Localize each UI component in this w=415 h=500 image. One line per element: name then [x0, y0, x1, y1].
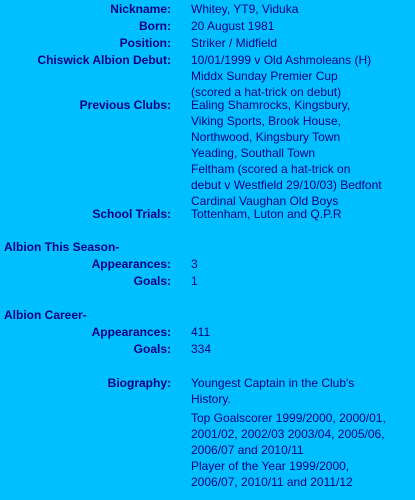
- debut-line: Middx Sunday Premier Cup: [191, 69, 338, 83]
- born-label: Born:: [139, 19, 171, 33]
- previous-clubs-value: Ealing Shamrocks, Kingsbury, Viking Spor…: [191, 97, 411, 209]
- season-appearances-value: 3: [191, 257, 198, 271]
- biography-line: 2001/02, 2002/03 2003/04, 2005/06,: [191, 427, 385, 441]
- previous-clubs-line: debut v Westfield 29/10/03) Bedfont: [191, 178, 382, 192]
- biography-line: 2006/07, 2010/11 and 2011/12: [191, 475, 353, 489]
- biography-line: Player of the Year 1999/2000,: [191, 459, 350, 473]
- school-trials-value: Tottenham, Luton and Q.P.R: [191, 207, 342, 221]
- biography-label: Biography:: [107, 376, 171, 390]
- biography-value: Youngest Captain in the Club's History. …: [191, 375, 411, 490]
- previous-clubs-line: Viking Sports, Brook House,: [191, 114, 341, 128]
- biography-line: Top Goalscorer 1999/2000, 2000/01,: [191, 411, 386, 425]
- career-goals-label: Goals:: [133, 342, 171, 356]
- nickname-value: Whitey, YT9, Viduka: [191, 2, 299, 16]
- previous-clubs-line: Yeading, Southall Town: [191, 146, 316, 160]
- biography-line: 2006/07 and 2010/11: [191, 443, 304, 457]
- debut-line: 10/01/1999 v Old Ashmoleans (H): [191, 53, 372, 67]
- nickname-label: Nickname:: [110, 2, 171, 16]
- debut-label: Chiswick Albion Debut:: [37, 53, 171, 67]
- previous-clubs-line: Feltham (scored a hat-trick on: [191, 162, 351, 176]
- career-goals-value: 334: [191, 342, 212, 356]
- this-season-title: Albion This Season-: [4, 240, 120, 254]
- career-title: Albion Career-: [4, 308, 87, 322]
- career-appearances-label: Appearances:: [91, 325, 171, 339]
- season-appearances-label: Appearances:: [91, 257, 171, 271]
- position-value: Striker / Midfield: [191, 36, 278, 50]
- born-value: 20 August 1981: [191, 19, 275, 33]
- position-label: Position:: [119, 36, 171, 50]
- biography-line: History.: [191, 392, 231, 406]
- previous-clubs-line: Northwood, Kingsbury Town: [191, 130, 341, 144]
- season-goals-value: 1: [191, 274, 198, 288]
- school-trials-label: School Trials:: [92, 207, 171, 221]
- previous-clubs-label: Previous Clubs:: [79, 98, 171, 112]
- career-appearances-value: 411: [191, 325, 211, 339]
- debut-value: 10/01/1999 v Old Ashmoleans (H) Middx Su…: [191, 52, 411, 100]
- biography-line: Youngest Captain in the Club's: [191, 376, 355, 390]
- previous-clubs-line: Ealing Shamrocks, Kingsbury,: [191, 98, 351, 112]
- season-goals-label: Goals:: [133, 274, 171, 288]
